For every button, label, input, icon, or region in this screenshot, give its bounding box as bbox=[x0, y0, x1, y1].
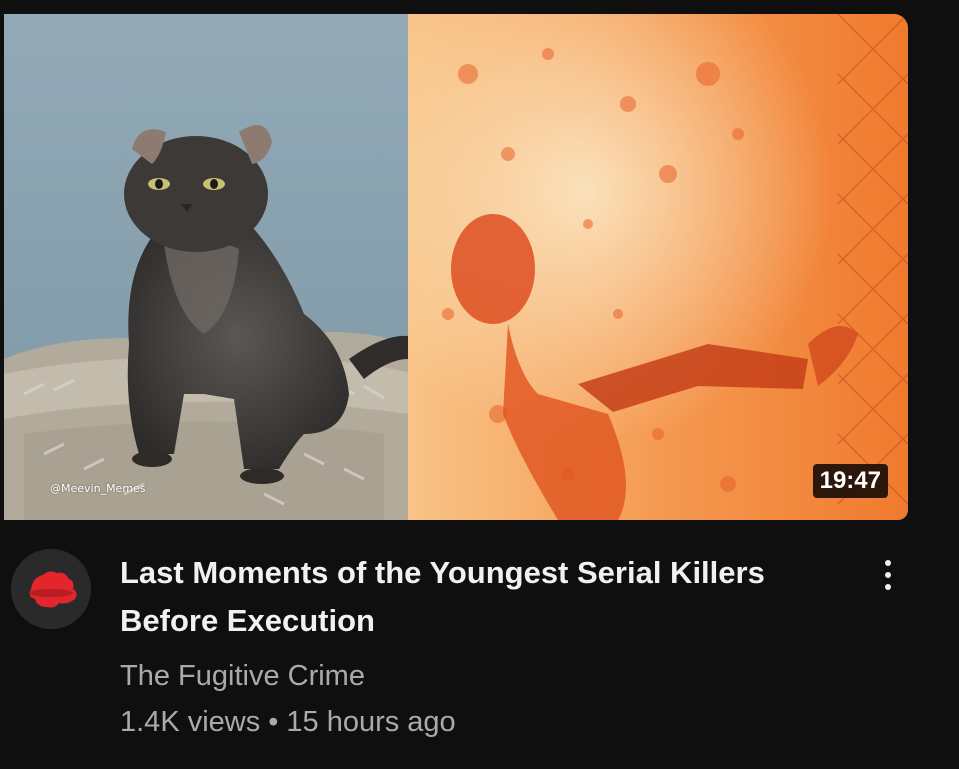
channel-avatar[interactable] bbox=[11, 549, 91, 629]
duration-badge: 19:47 bbox=[812, 464, 888, 498]
menu-dot bbox=[885, 560, 891, 566]
video-metadata: 1.4K views • 15 hours ago bbox=[120, 704, 456, 740]
orange-crime-image bbox=[408, 14, 908, 520]
video-card[interactable]: @Meevin_Memes 19:47 Last Moments of the … bbox=[0, 0, 959, 769]
upload-age: 15 hours ago bbox=[286, 706, 456, 738]
menu-dot bbox=[885, 584, 891, 590]
video-title[interactable]: Last Moments of the Youngest Serial Kill… bbox=[120, 549, 840, 645]
video-thumbnail[interactable]: @Meevin_Memes 19:47 bbox=[4, 14, 908, 520]
menu-dot bbox=[885, 572, 891, 578]
more-vertical-icon[interactable] bbox=[872, 553, 904, 597]
view-count: 1.4K views bbox=[120, 706, 261, 738]
cat-meme-image: @Meevin_Memes bbox=[4, 14, 408, 520]
thumbnail-watermark: @Meevin_Memes bbox=[50, 482, 146, 495]
metadata-separator: • bbox=[268, 706, 279, 738]
channel-name[interactable]: The Fugitive Crime bbox=[120, 658, 365, 694]
red-hat-logo-icon bbox=[11, 549, 91, 629]
